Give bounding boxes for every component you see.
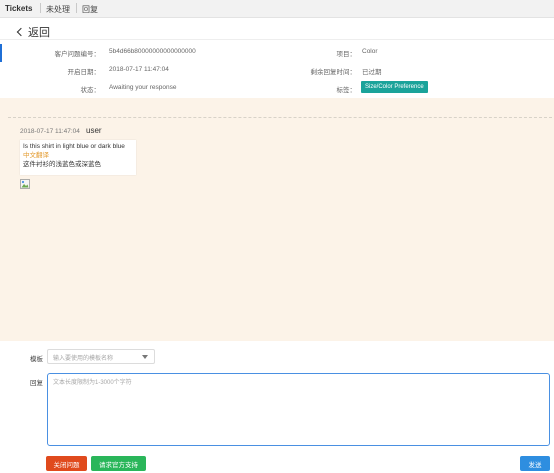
send-button[interactable]: 发送 [520, 456, 550, 471]
back-label: 返回 [28, 27, 50, 39]
translated-text: 这件衬衫的浅蓝色或深蓝色 [23, 161, 101, 168]
broken-image-icon [20, 179, 30, 189]
active-indicator [0, 44, 2, 62]
message-timestamp: 2018-07-17 11:47:04 [20, 128, 80, 135]
ticket-id-value: 5b4d66b80000000000000000 [109, 48, 196, 55]
remaining-time-label: 剩余回复时间： [310, 69, 357, 76]
template-label: 模板 [30, 356, 43, 363]
conversation-pane [0, 98, 554, 341]
message-bubble: Is this shirt in light blue or dark blue… [20, 140, 136, 175]
chevron-left-icon [16, 27, 26, 37]
ticket-id-label: 客户问题编号： [54, 51, 101, 58]
tag-badge: Size/Color Preference [361, 81, 428, 93]
nav-tickets[interactable]: Tickets [5, 4, 32, 13]
template-placeholder: 输入要使用的模板名称 [53, 356, 114, 362]
nav-divider [76, 3, 77, 13]
reply-textarea[interactable] [47, 373, 550, 446]
open-date-label: 开启日期： [67, 69, 101, 76]
status-value: Awaiting your response [109, 84, 177, 91]
reply-label: 回复 [30, 380, 43, 387]
request-official-support-button[interactable]: 请求官方支持 [91, 456, 146, 471]
caret-down-icon [142, 355, 148, 359]
open-date-value: 2018-07-17 11:47:04 [109, 66, 169, 73]
nav-replied[interactable]: 回复 [82, 4, 98, 15]
conversation-divider [8, 117, 552, 118]
translate-link[interactable]: 中文翻译 [23, 151, 133, 160]
remaining-time-value: 已过期 [362, 69, 382, 76]
close-ticket-button[interactable]: 关闭问题 [46, 456, 87, 471]
status-label: 状态： [80, 87, 101, 94]
message-text: Is this shirt in light blue or dark blue [23, 143, 125, 150]
nav-divider [40, 3, 41, 13]
tag-label: 标签： [336, 87, 357, 94]
top-nav: Tickets 未处理 回复 [0, 0, 554, 18]
back-button[interactable]: 返回 [16, 24, 50, 40]
nav-unprocessed[interactable]: 未处理 [46, 4, 70, 15]
message-author: user [86, 126, 102, 135]
back-row: 返回 [0, 20, 554, 40]
project-label: 项目： [336, 51, 357, 58]
template-select[interactable]: 输入要使用的模板名称 [47, 349, 155, 364]
project-value: Color [362, 48, 378, 55]
